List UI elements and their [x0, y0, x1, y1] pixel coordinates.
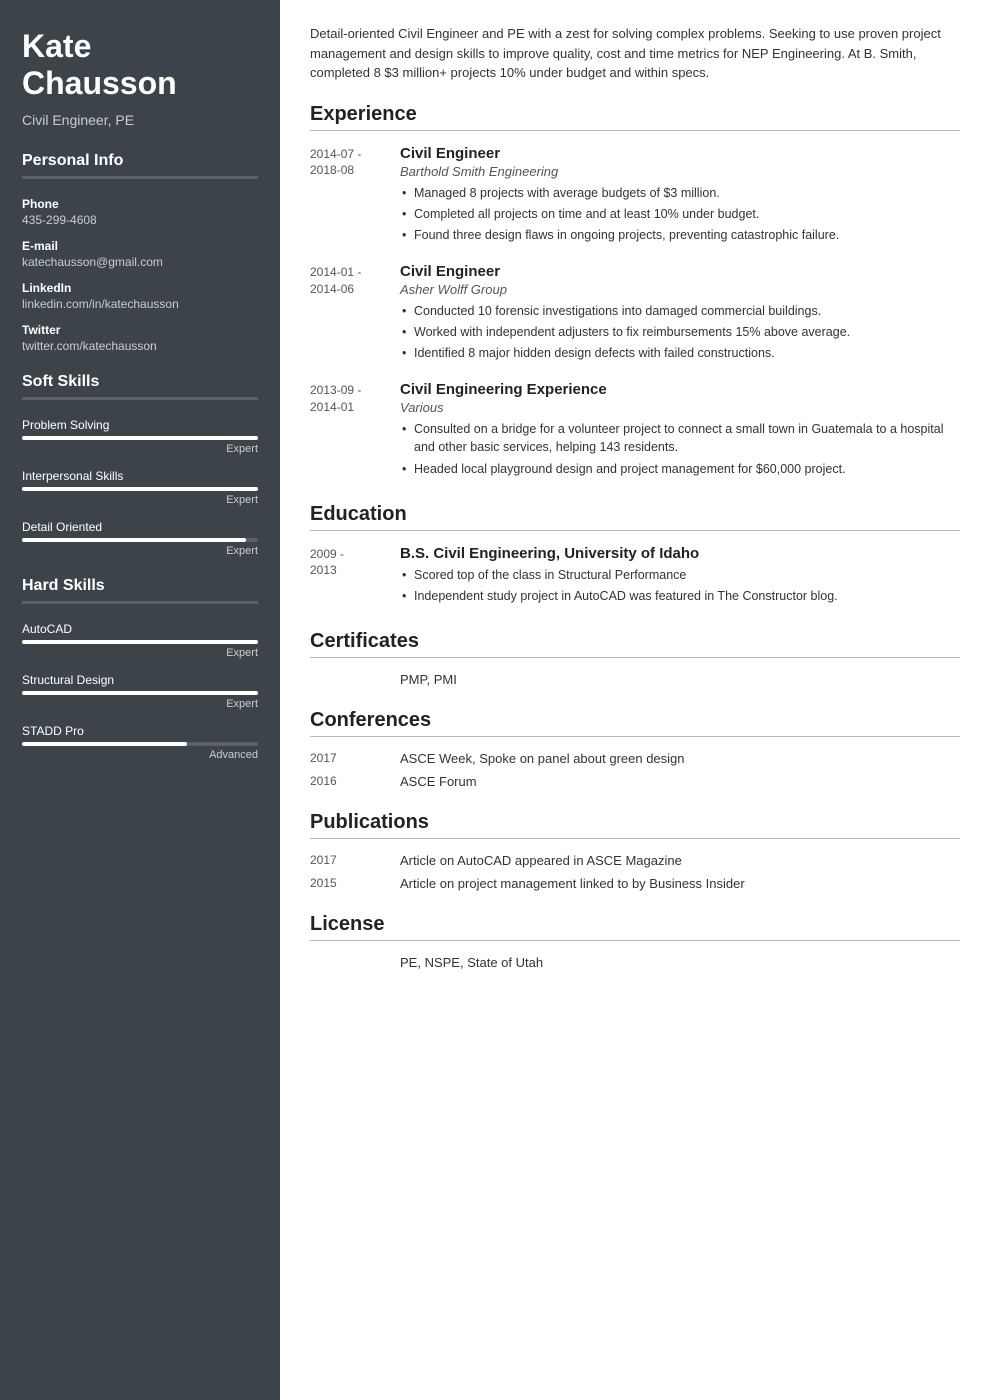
list-item: Managed 8 projects with average budgets …	[400, 184, 960, 202]
phone-label: Phone	[22, 197, 258, 211]
hard-skill-stadd-pro: STADD Pro Advanced	[22, 724, 258, 761]
conf2-year: 2016	[310, 774, 400, 789]
experience-heading: Experience	[310, 103, 960, 131]
certificates-value: PMP, PMI	[400, 672, 960, 687]
conf1-year: 2017	[310, 751, 400, 766]
contact-list: Phone 435-299-4608 E-mail katechausson@g…	[22, 197, 258, 353]
publication-entry-2: 2015 Article on project management linke…	[310, 876, 960, 891]
exp1-company: Barthold Smith Engineering	[400, 164, 960, 179]
contact-linkedin: LinkedIn linkedin.com/in/katechausson	[22, 281, 258, 311]
linkedin-label: LinkedIn	[22, 281, 258, 295]
name-line2: Chausson	[22, 65, 177, 101]
exp1-date: 2014-07 -2018-08	[310, 145, 400, 247]
exp1-title: Civil Engineer	[400, 145, 960, 162]
list-item: Independent study project in AutoCAD was…	[400, 587, 960, 605]
license-value: PE, NSPE, State of Utah	[400, 955, 960, 970]
email-label: E-mail	[22, 239, 258, 253]
edu1-content: B.S. Civil Engineering, University of Id…	[400, 545, 960, 608]
exp2-content: Civil Engineer Asher Wolff Group Conduct…	[400, 263, 960, 365]
experience-entry-3: 2013-09 -2014-01 Civil Engineering Exper…	[310, 381, 960, 480]
list-item: Worked with independent adjusters to fix…	[400, 323, 960, 341]
list-item: Completed all projects on time and at le…	[400, 205, 960, 223]
hard-skills-list: AutoCAD Expert Structural Design Expert …	[22, 622, 258, 761]
sidebar: Kate Chausson Civil Engineer, PE Persona…	[0, 0, 280, 1400]
experience-section: Experience 2014-07 -2018-08 Civil Engine…	[310, 103, 960, 481]
publication-entry-1: 2017 Article on AutoCAD appeared in ASCE…	[310, 853, 960, 868]
edu1-degree: B.S. Civil Engineering, University of Id…	[400, 545, 960, 562]
email-value: katechausson@gmail.com	[22, 255, 258, 269]
exp3-content: Civil Engineering Experience Various Con…	[400, 381, 960, 480]
exp3-bullets: Consulted on a bridge for a volunteer pr…	[400, 420, 960, 477]
exp2-bullets: Conducted 10 forensic investigations int…	[400, 302, 960, 362]
list-item: Headed local playground design and proje…	[400, 460, 960, 478]
conference-entry-2: 2016 ASCE Forum	[310, 774, 960, 789]
license-section: License PE, NSPE, State of Utah	[310, 913, 960, 970]
conf2-text: ASCE Forum	[400, 774, 477, 789]
summary-text: Detail-oriented Civil Engineer and PE wi…	[310, 24, 960, 83]
hard-skills-heading: Hard Skills	[22, 577, 258, 610]
hard-skill-autocad: AutoCAD Expert	[22, 622, 258, 659]
publications-section: Publications 2017 Article on AutoCAD app…	[310, 811, 960, 891]
soft-skill-problem-solving: Problem Solving Expert	[22, 418, 258, 455]
name-line1: Kate	[22, 28, 91, 64]
list-item: Consulted on a bridge for a volunteer pr…	[400, 420, 960, 456]
linkedin-value: linkedin.com/in/katechausson	[22, 297, 258, 311]
conferences-heading: Conferences	[310, 709, 960, 737]
main-content: Detail-oriented Civil Engineer and PE wi…	[280, 0, 990, 1400]
hard-skill-structural-design: Structural Design Expert	[22, 673, 258, 710]
candidate-job-title: Civil Engineer, PE	[22, 112, 258, 128]
education-heading: Education	[310, 503, 960, 531]
exp3-title: Civil Engineering Experience	[400, 381, 960, 398]
edu1-bullets: Scored top of the class in Structural Pe…	[400, 566, 960, 605]
conference-entry-1: 2017 ASCE Week, Spoke on panel about gre…	[310, 751, 960, 766]
license-heading: License	[310, 913, 960, 941]
twitter-label: Twitter	[22, 323, 258, 337]
candidate-name: Kate Chausson	[22, 28, 258, 102]
contact-twitter: Twitter twitter.com/katechausson	[22, 323, 258, 353]
education-entry-1: 2009 -2013 B.S. Civil Engineering, Unive…	[310, 545, 960, 608]
twitter-value: twitter.com/katechausson	[22, 339, 258, 353]
exp3-company: Various	[400, 400, 960, 415]
pub2-year: 2015	[310, 876, 400, 891]
soft-skills-list: Problem Solving Expert Interpersonal Ski…	[22, 418, 258, 557]
publications-heading: Publications	[310, 811, 960, 839]
contact-email: E-mail katechausson@gmail.com	[22, 239, 258, 269]
exp3-date: 2013-09 -2014-01	[310, 381, 400, 480]
contact-phone: Phone 435-299-4608	[22, 197, 258, 227]
edu1-date: 2009 -2013	[310, 545, 400, 608]
certificates-heading: Certificates	[310, 630, 960, 658]
pub1-text: Article on AutoCAD appeared in ASCE Maga…	[400, 853, 682, 868]
list-item: Found three design flaws in ongoing proj…	[400, 226, 960, 244]
personal-info-heading: Personal Info	[22, 152, 258, 185]
exp1-content: Civil Engineer Barthold Smith Engineerin…	[400, 145, 960, 247]
education-section: Education 2009 -2013 B.S. Civil Engineer…	[310, 503, 960, 608]
exp2-company: Asher Wolff Group	[400, 282, 960, 297]
soft-skill-detail-oriented: Detail Oriented Expert	[22, 520, 258, 557]
list-item: Identified 8 major hidden design defects…	[400, 344, 960, 362]
certificates-section: Certificates PMP, PMI	[310, 630, 960, 687]
list-item: Scored top of the class in Structural Pe…	[400, 566, 960, 584]
conferences-section: Conferences 2017 ASCE Week, Spoke on pan…	[310, 709, 960, 789]
list-item: Conducted 10 forensic investigations int…	[400, 302, 960, 320]
exp2-date: 2014-01 -2014-06	[310, 263, 400, 365]
experience-entry-2: 2014-01 -2014-06 Civil Engineer Asher Wo…	[310, 263, 960, 365]
exp1-bullets: Managed 8 projects with average budgets …	[400, 184, 960, 244]
phone-value: 435-299-4608	[22, 213, 258, 227]
pub2-text: Article on project management linked to …	[400, 876, 745, 891]
pub1-year: 2017	[310, 853, 400, 868]
experience-entry-1: 2014-07 -2018-08 Civil Engineer Barthold…	[310, 145, 960, 247]
exp2-title: Civil Engineer	[400, 263, 960, 280]
conf1-text: ASCE Week, Spoke on panel about green de…	[400, 751, 685, 766]
soft-skills-heading: Soft Skills	[22, 373, 258, 406]
soft-skill-interpersonal: Interpersonal Skills Expert	[22, 469, 258, 506]
